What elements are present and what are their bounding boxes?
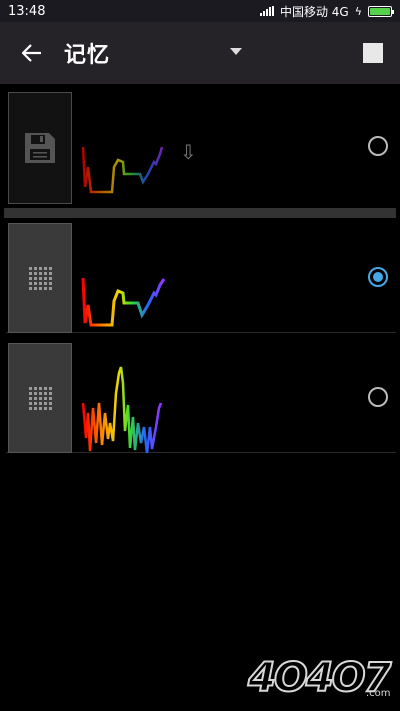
app-bar: 记忆 (0, 22, 400, 84)
preset-thumb (8, 343, 72, 453)
floppy-disk-icon (25, 133, 55, 163)
status-indicators: 中国移动 4G ϟ (259, 3, 394, 20)
grid-dots-icon (28, 386, 52, 410)
preset-thumb (8, 223, 72, 333)
triangle-down-icon[interactable] (230, 48, 242, 55)
list-item[interactable]: ⇩ (6, 92, 396, 204)
preset-radio-button[interactable] (368, 387, 388, 407)
charging-icon: ϟ (354, 4, 362, 18)
signal-icon (259, 6, 274, 16)
curve-preview (81, 366, 163, 453)
curve-preview (81, 277, 166, 327)
grid-dots-icon (28, 266, 52, 290)
save-slot-thumb (8, 92, 72, 204)
battery-icon (368, 5, 394, 17)
status-bar: 13:48 中国移动 4G ϟ (0, 0, 400, 22)
watermark-suffix: .com (366, 688, 391, 699)
arrow-left-icon (22, 44, 41, 62)
import-arrow-icon[interactable]: ⇩ (180, 140, 197, 164)
section-divider (4, 208, 396, 218)
list-item[interactable] (6, 223, 396, 333)
carrier-label: 中国移动 4G (279, 4, 349, 19)
page-title: 记忆 (64, 43, 111, 68)
preset-radio-button[interactable] (368, 267, 388, 287)
stop-square-icon[interactable] (363, 43, 383, 63)
back-button[interactable] (16, 37, 48, 69)
curve-preview (81, 146, 164, 194)
list-item[interactable] (6, 343, 396, 453)
status-time: 13:48 (8, 3, 46, 19)
slot-radio-button[interactable] (368, 136, 388, 156)
